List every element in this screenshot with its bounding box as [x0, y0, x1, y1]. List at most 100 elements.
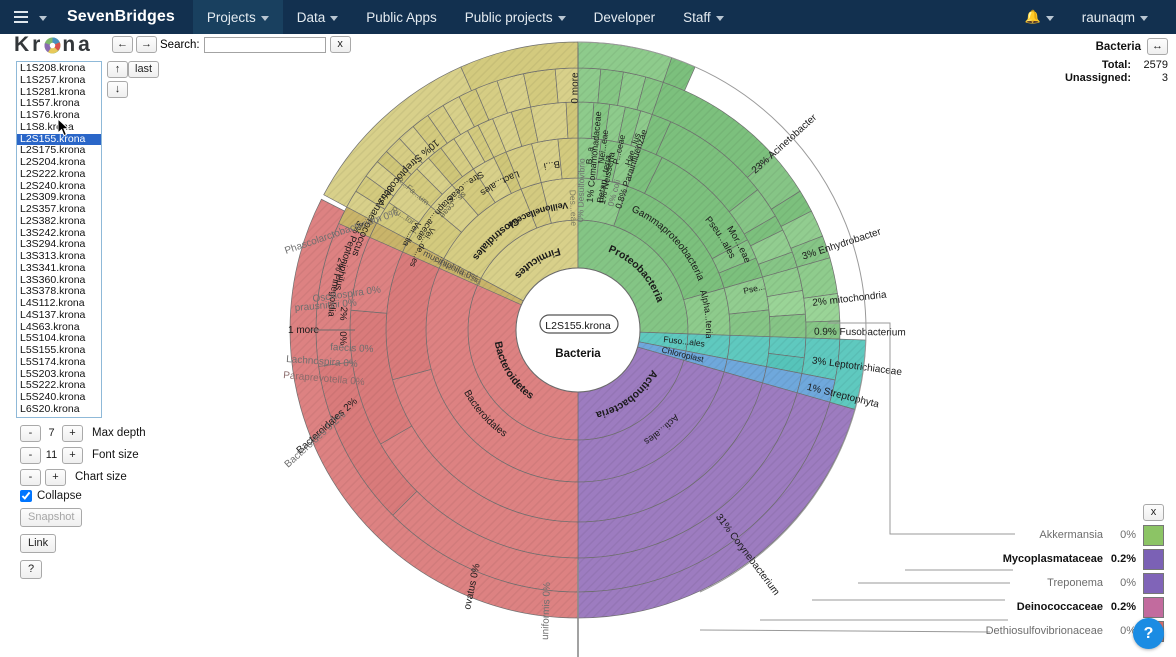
max-depth-increase-button[interactable]: + [62, 424, 83, 442]
file-list-item[interactable]: L4S112.krona [17, 297, 101, 310]
file-list-item[interactable]: L5S174.krona [17, 356, 101, 369]
key-legend-label: Akkermansia [1039, 529, 1103, 541]
snapshot-button[interactable]: Snapshot [20, 508, 83, 527]
nav-item-developer[interactable]: Developer [580, 0, 670, 34]
user-menu-button[interactable]: raunaqm [1068, 0, 1162, 34]
file-list-item[interactable]: L5S240.krona [17, 391, 101, 404]
file-list-item[interactable]: L2S382.krona [17, 215, 101, 228]
chart-wedge-texture [729, 309, 771, 337]
bell-icon: 🔔 [1024, 9, 1041, 24]
key-legend-label: Treponema [1047, 577, 1103, 589]
key-legend-row[interactable]: Deinococcaceae 0.2% [986, 595, 1164, 619]
key-legend-swatch [1143, 548, 1164, 570]
search-input[interactable] [203, 36, 326, 53]
nav-item-projects[interactable]: Projects [192, 0, 283, 34]
krona-logo-text-after: na [62, 33, 93, 56]
user-name-label: raunaqm [1081, 9, 1135, 25]
key-legend-row[interactable]: Mycoplasmataceae 0.2% [986, 547, 1164, 571]
search-label: Search: [160, 38, 200, 51]
file-list-item[interactable]: L1S208.krona [17, 62, 101, 75]
collapse-label: Collapse [37, 490, 82, 502]
collapse-checkbox[interactable] [20, 490, 32, 502]
chevron-down-icon [39, 15, 47, 21]
krona-logo-text-before: Kr [14, 33, 44, 56]
file-list-item[interactable]: L2S222.krona [17, 168, 101, 181]
total-value: 2579 [1143, 59, 1168, 71]
total-label: Total: [1101, 59, 1131, 71]
key-legend-label: Mycoplasmataceae [1002, 553, 1103, 565]
key-legend-swatch [1143, 572, 1164, 594]
file-list-item[interactable]: L1S76.krona [17, 109, 101, 122]
forward-button[interactable]: → [136, 36, 157, 53]
brand-logo[interactable]: SevenBridges [59, 8, 193, 26]
file-list-item[interactable]: L3S341.krona [17, 262, 101, 275]
label-fusobacterium: 0.9% Fusobacterium [814, 327, 906, 339]
nav-label-developer: Developer [593, 9, 656, 25]
help-bubble-button[interactable]: ? [1133, 618, 1164, 649]
font-size-value: 11 [45, 449, 58, 461]
chart-size-label: Chart size [75, 471, 127, 483]
key-legend-swatch [1143, 596, 1164, 618]
nav-item-staff[interactable]: Staff [669, 0, 738, 34]
font-size-increase-button[interactable]: + [62, 446, 83, 464]
key-legend-percent: 0.2% [1110, 601, 1136, 613]
nav-label-public-projects: Public projects [464, 9, 553, 25]
node-info-title: Bacteria [1095, 40, 1141, 53]
max-depth-value: 7 [48, 427, 55, 439]
key-legend-swatch [1143, 524, 1164, 546]
krona-logo: Kr na [14, 34, 93, 56]
chevron-down-icon [260, 15, 269, 21]
file-list-item[interactable]: L6S20.krona [17, 403, 101, 416]
key-legend-percent: 0% [1120, 577, 1136, 589]
notifications-button[interactable]: 🔔 [1011, 0, 1068, 34]
label-faecis: faecis 0% [330, 342, 374, 355]
link-button[interactable]: Link [20, 534, 57, 553]
file-list-item[interactable]: L2S204.krona [17, 156, 101, 169]
search-next-button[interactable]: ↓ [107, 81, 128, 98]
search-clear-button[interactable]: x [329, 36, 351, 53]
nav-item-public-projects[interactable]: Public projects [451, 0, 580, 34]
krona-help-button[interactable]: ? [20, 560, 43, 579]
dataset-file-list[interactable]: L1S208.krona L1S257.krona L1S281.krona L1S5… [16, 61, 102, 418]
nav-item-public-apps[interactable]: Public Apps [352, 0, 451, 34]
chart-wedge-texture [769, 314, 806, 338]
file-list-item[interactable]: L4S137.krona [17, 309, 101, 322]
chart-wedge-texture [578, 68, 601, 103]
last-button[interactable]: last [128, 61, 160, 78]
file-list-item[interactable]: L2S357.krona [17, 203, 101, 216]
key-legend-row[interactable]: Akkermansia 0% [986, 523, 1164, 547]
file-list-item[interactable]: L5S155.krona [17, 344, 101, 357]
chart-size-increase-button[interactable]: + [45, 468, 66, 486]
hamburger-menu-button[interactable] [0, 0, 59, 34]
key-close-button[interactable]: x [1143, 504, 1164, 521]
max-depth-label: Max depth [92, 427, 146, 439]
label-uniformis: uniformis 0% [540, 582, 553, 640]
node-info-title-row: Bacteria ↔ [1065, 38, 1168, 55]
file-list-item[interactable]: L1S8.krona [17, 121, 101, 134]
file-list-item[interactable]: L1S257.krona [17, 74, 101, 87]
search-group: Search: x [160, 36, 351, 53]
nav-label-projects: Projects [206, 9, 256, 25]
krona-pie-icon [44, 37, 61, 54]
search-prev-button[interactable]: ↑ [107, 61, 128, 78]
center-taxon-label: Bacteria [555, 348, 601, 360]
key-legend-label: Deinococcaceae [1016, 601, 1103, 613]
nav-item-data[interactable]: Data [283, 0, 353, 34]
key-legend-row[interactable]: Treponema 0% [986, 571, 1164, 595]
node-info-panel: Bacteria ↔ Total: 2579 Unassigned: 3 [1065, 38, 1168, 85]
search-nav-buttons: ↑ ↓ [107, 61, 128, 98]
font-size-decrease-button[interactable]: - [20, 446, 41, 464]
chart-size-decrease-button[interactable]: - [20, 468, 41, 486]
collapse-control[interactable]: Collapse [20, 490, 146, 502]
back-button[interactable]: ← [112, 36, 133, 53]
resize-horizontal-icon[interactable]: ↔ [1147, 38, 1168, 55]
file-list-item[interactable]: L3S313.krona [17, 250, 101, 263]
max-depth-decrease-button[interactable]: - [20, 424, 41, 442]
nav-label-staff: Staff [683, 9, 711, 25]
max-depth-control: - 7 + Max depth [20, 424, 146, 442]
krona-page: SevenBridges Projects Data Public Apps P… [0, 0, 1176, 657]
hamburger-icon [14, 11, 28, 23]
unassigned-row: Unassigned: 3 [1065, 72, 1168, 85]
top-navbar: SevenBridges Projects Data Public Apps P… [0, 0, 1176, 34]
font-size-control: - 11 + Font size [20, 446, 146, 464]
